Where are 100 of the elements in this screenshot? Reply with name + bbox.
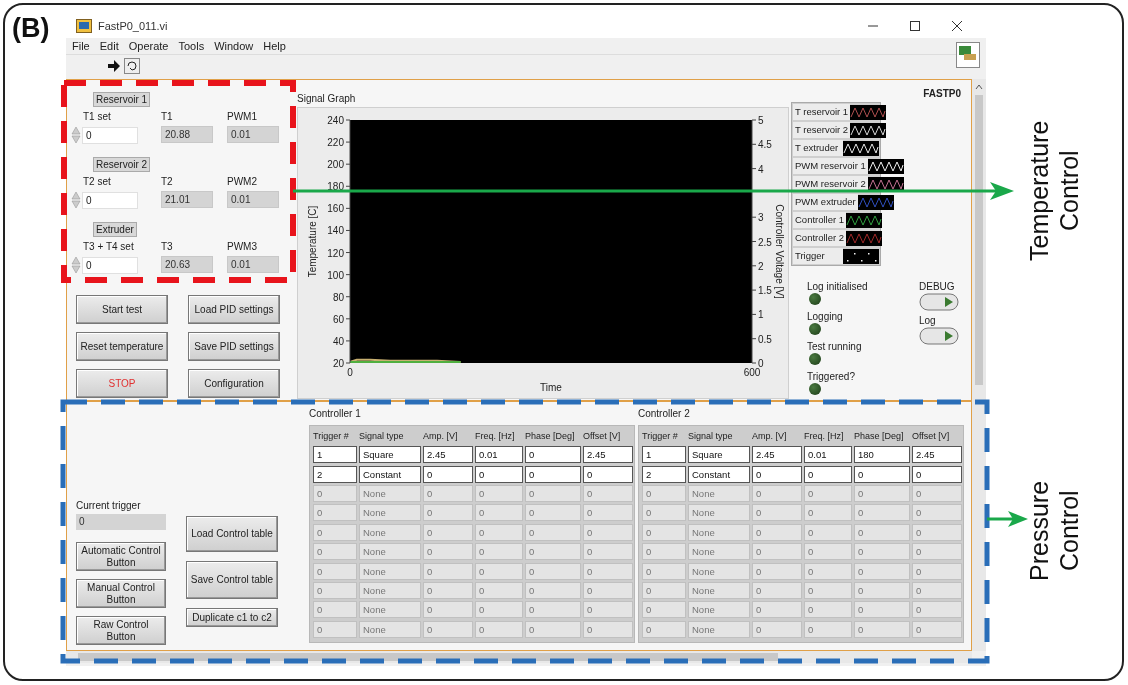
table-field[interactable]: 180 xyxy=(854,446,910,464)
field-label: T3 xyxy=(161,241,174,252)
table-field[interactable]: 1 xyxy=(642,446,686,464)
input-field[interactable]: 0 xyxy=(82,191,138,209)
column-header: Phase [Deg] xyxy=(525,431,576,441)
value-display: 20.88 xyxy=(161,126,213,143)
close-icon[interactable] xyxy=(950,19,964,33)
maximize-icon[interactable] xyxy=(908,19,922,33)
panel-button[interactable]: Save Control table xyxy=(186,561,278,599)
axis-title: Controller Voltage [V] xyxy=(774,204,785,299)
tick-label: 100 xyxy=(327,269,344,281)
tick-label: 1 xyxy=(758,309,764,321)
arrow xyxy=(987,511,1028,527)
tick-label: 1.5 xyxy=(758,285,772,297)
menu-item[interactable]: Operate xyxy=(128,40,169,52)
table-field[interactable]: 2 xyxy=(313,465,357,483)
panel-button[interactable]: Duplicate c1 to c2 xyxy=(186,608,278,627)
tick-label: 2.5 xyxy=(758,236,772,248)
field-label: T1 set xyxy=(82,111,112,122)
menu-item[interactable]: File xyxy=(72,40,90,52)
vertical-scrollbar[interactable] xyxy=(972,79,986,651)
table-field[interactable]: 0 xyxy=(854,465,910,483)
menu-item[interactable]: Tools xyxy=(178,40,205,52)
stop-button[interactable]: STOP xyxy=(76,369,168,398)
input-field[interactable]: 0 xyxy=(82,256,138,274)
panel-button[interactable]: Start test xyxy=(76,295,168,324)
table-field[interactable]: 2.45 xyxy=(912,446,962,464)
table-field[interactable]: 0 xyxy=(752,465,802,483)
table-field[interactable]: 2 xyxy=(642,465,686,483)
table-field[interactable]: 1 xyxy=(313,446,357,464)
tick-label: 140 xyxy=(327,225,344,237)
tick-label: 0.5 xyxy=(758,333,772,345)
table-field[interactable]: 0 xyxy=(423,465,473,483)
field-label: PWM3 xyxy=(227,241,258,252)
scroll-up-icon[interactable] xyxy=(975,83,983,91)
field-label: PWM1 xyxy=(227,111,258,122)
panel-button[interactable]: Raw Control Button xyxy=(76,616,166,645)
panel-button[interactable]: Load PID settings xyxy=(188,295,280,324)
value-display: 0.01 xyxy=(227,126,279,143)
panel-button[interactable]: Configuration xyxy=(188,369,280,398)
panel-button[interactable]: Automatic Control Button xyxy=(76,542,166,571)
tick-label: 3 xyxy=(758,212,764,224)
table-field[interactable]: 0 xyxy=(804,465,852,483)
field-label: T2 xyxy=(161,176,174,187)
legend-label: Controller 2 xyxy=(793,230,847,246)
tick-label: 5 xyxy=(758,115,764,126)
toggle-switch[interactable] xyxy=(919,293,959,311)
switch-label: DEBUG xyxy=(919,281,955,292)
tick-label: 0 xyxy=(758,358,764,369)
menu-item[interactable]: Help xyxy=(263,40,286,52)
line-sample-icon xyxy=(850,104,887,120)
table-field[interactable]: 2.45 xyxy=(752,446,802,464)
value-display: 21.01 xyxy=(161,191,213,208)
toggle-switch[interactable] xyxy=(919,327,959,345)
column-header: Offset [V] xyxy=(912,431,951,441)
table-field[interactable]: Constant xyxy=(688,465,750,483)
table-field[interactable]: 2.45 xyxy=(423,446,473,464)
column-header: Offset [V] xyxy=(583,431,622,441)
tick-label: 80 xyxy=(332,291,344,303)
run-arrow-icon[interactable] xyxy=(106,58,122,74)
field-label: Current trigger xyxy=(76,500,141,511)
menu-item[interactable]: Window xyxy=(214,40,254,52)
table-field[interactable]: 0 xyxy=(475,465,523,483)
tick-label: 120 xyxy=(327,247,344,259)
panel-button[interactable]: Save PID settings xyxy=(188,332,280,361)
tick-label: 0 xyxy=(347,367,353,378)
table-field[interactable]: Constant xyxy=(359,465,421,483)
table-field[interactable]: 0 xyxy=(583,465,633,483)
tick-label: 60 xyxy=(332,313,344,325)
table-field[interactable]: Square xyxy=(359,446,421,464)
panel-button[interactable]: Manual Control Button xyxy=(76,579,166,608)
table-field[interactable]: 0 xyxy=(525,465,581,483)
run-continuously-icon[interactable] xyxy=(124,58,140,74)
tick-label: 40 xyxy=(332,335,344,347)
axis-title: Time xyxy=(540,382,562,393)
annotation-text: Temperature Control xyxy=(1024,119,1084,264)
column-header: Phase [Deg] xyxy=(854,431,905,441)
legend-label: PWM reservoir 1 xyxy=(793,158,868,174)
table-field[interactable]: Square xyxy=(688,446,750,464)
group-label: Extruder xyxy=(93,222,137,237)
input-field[interactable]: 0 xyxy=(82,126,138,144)
value-display: 0 xyxy=(76,514,166,530)
panel-button[interactable]: Load Control table xyxy=(186,516,278,552)
field-label: PWM2 xyxy=(227,176,258,187)
switch-label: Log xyxy=(919,315,936,326)
column-header: Trigger # xyxy=(642,431,679,441)
tick-label: 4 xyxy=(758,163,764,175)
line-sample-icon xyxy=(867,158,904,174)
tick-label: 200 xyxy=(327,159,344,171)
table-field[interactable]: 0 xyxy=(525,446,581,464)
legend-label: T reservoir 1 xyxy=(793,104,851,120)
table-field[interactable]: 0 xyxy=(912,465,962,483)
line-sample-icon xyxy=(846,212,883,228)
panel-button[interactable]: Reset temperature xyxy=(76,332,168,361)
table-field[interactable]: 2.45 xyxy=(583,446,633,464)
column-header: Signal type xyxy=(359,431,405,441)
menu-item[interactable]: Edit xyxy=(99,40,119,52)
table-field[interactable]: 0.01 xyxy=(804,446,852,464)
tick-label: 4.5 xyxy=(758,139,772,151)
table-field[interactable]: 0.01 xyxy=(475,446,523,464)
